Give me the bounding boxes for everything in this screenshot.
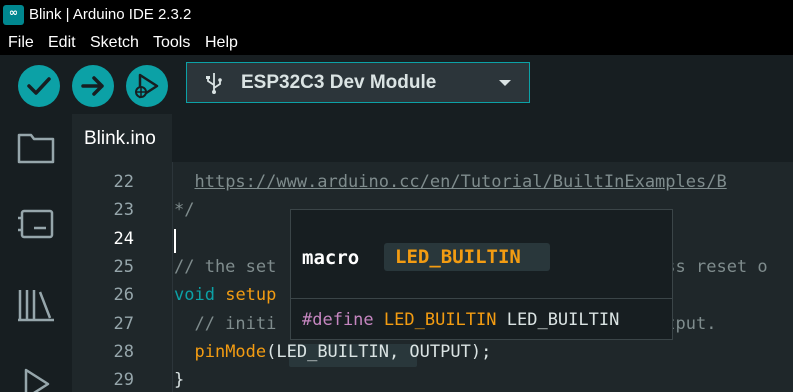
- hover-definition: #define LED_BUILTIN LED_BUILTIN: [302, 310, 619, 330]
- hover-name: LED_BUILTIN: [395, 246, 521, 268]
- debug-button[interactable]: [126, 65, 168, 107]
- debug-icon: [135, 73, 159, 99]
- menu-tools[interactable]: Tools: [153, 34, 190, 52]
- code-token: }: [174, 370, 185, 391]
- text-cursor: [174, 229, 176, 253]
- tab-label: Blink.ino: [84, 128, 156, 149]
- debug-icon[interactable]: [16, 362, 56, 392]
- line-number: 22: [113, 172, 134, 192]
- menu-sketch[interactable]: Sketch: [90, 34, 139, 52]
- hover-divider: [291, 298, 672, 299]
- code-token[interactable]: https://www.arduino.cc/en/Tutorial/Built…: [194, 172, 726, 192]
- board-manager-icon[interactable]: [16, 206, 56, 242]
- arduino-logo-icon: ∞: [3, 5, 24, 25]
- code-token: void: [174, 285, 215, 306]
- arrow-right-icon: [81, 76, 104, 96]
- define-value: LED_BUILTIN: [506, 310, 620, 330]
- menu-bar: File Edit Sketch Tools Help: [0, 31, 793, 55]
- usb-icon: [206, 73, 222, 94]
- line-number: 25: [113, 256, 134, 277]
- hover-header: macro LED_BUILTIN: [291, 210, 672, 298]
- code-line: }: [174, 370, 184, 390]
- menu-file[interactable]: File: [8, 34, 34, 52]
- folder-icon[interactable]: [16, 130, 56, 166]
- window-title: Blink | Arduino IDE 2.3.2: [29, 6, 192, 23]
- line-number: 29: [113, 370, 134, 391]
- tab-bar: Blink.ino: [72, 114, 793, 162]
- code-token: */: [174, 200, 195, 221]
- board-selector[interactable]: ESP32C3 Dev Module: [186, 62, 530, 103]
- code-line: */: [174, 200, 194, 220]
- indent-guide: [172, 162, 173, 392]
- arduino-logo-glyph: ∞: [8, 6, 19, 19]
- upload-button[interactable]: [72, 65, 114, 107]
- code-line: void setup: [174, 285, 276, 305]
- library-icon[interactable]: [16, 284, 56, 324]
- line-number: 28: [113, 341, 134, 362]
- board-name: ESP32C3 Dev Module: [241, 72, 437, 93]
- code-line: https://www.arduino.cc/en/Tutorial/Built…: [174, 172, 726, 192]
- define-name: LED_BUILTIN: [383, 310, 497, 330]
- title-bar: ∞ Blink | Arduino IDE 2.3.2: [0, 0, 793, 31]
- hover-kind: macro: [302, 247, 360, 269]
- line-number: 27: [113, 313, 134, 334]
- code-token: setup: [225, 285, 277, 306]
- menu-help[interactable]: Help: [205, 34, 238, 52]
- sidebar: [0, 114, 72, 392]
- menu-edit[interactable]: Edit: [48, 34, 76, 52]
- tab-blink-ino[interactable]: Blink.ino: [72, 114, 172, 162]
- code-token: pinMode: [194, 341, 267, 362]
- verify-button[interactable]: [18, 65, 60, 107]
- code-token: // the set: [174, 256, 277, 277]
- hover-tooltip: macro LED_BUILTIN #define LED_BUILTIN LE…: [290, 209, 673, 340]
- code-token: // initi: [174, 313, 277, 334]
- chevron-down-icon: [499, 80, 511, 86]
- code-line: pinMode(LED_BUILTIN, OUTPUT);: [174, 342, 491, 362]
- line-number: 23: [113, 200, 134, 221]
- hover-name-badge: LED_BUILTIN: [384, 243, 550, 271]
- code-token: (LED_BUILTIN, OUTPUT);: [266, 341, 492, 362]
- line-number: 26: [113, 285, 134, 306]
- checkmark-icon: [27, 77, 51, 95]
- toolbar: ESP32C3 Dev Module: [0, 55, 793, 114]
- line-number: 24: [113, 228, 134, 249]
- define-keyword: #define: [302, 310, 374, 330]
